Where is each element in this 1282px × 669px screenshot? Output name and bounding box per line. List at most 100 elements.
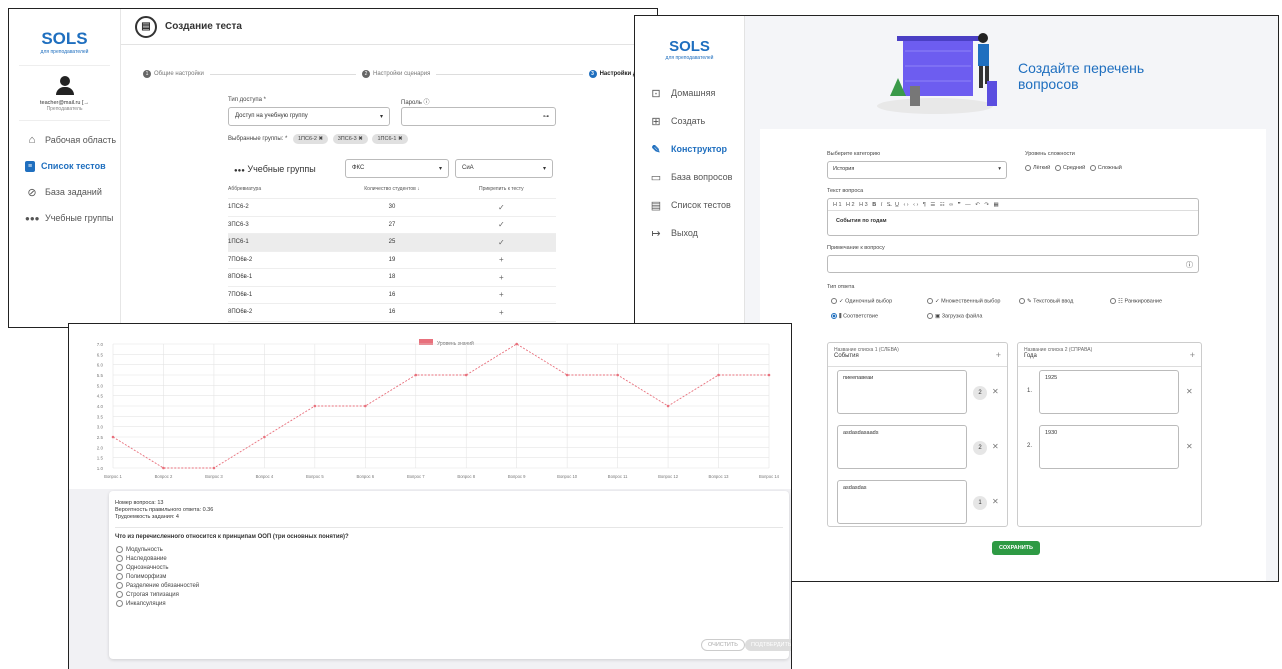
groups-table-body: 1ПС6-2 30 ✓ 3ПС6-3 27 ✓ 1ПС6-1 25 ✓ 7ПО6в-2 19 +8ПО… bbox=[228, 199, 556, 327]
nav-home[interactable]: ⊡ Домашняя bbox=[635, 79, 744, 107]
right-item-text[interactable]: 1930 bbox=[1039, 425, 1179, 469]
student-count: 16 bbox=[388, 291, 396, 298]
stepper: 1 Общие настройки 2 Настройки сценария 3 На… bbox=[143, 68, 657, 80]
difficulty-label: Уровень сложности bbox=[1025, 151, 1075, 157]
nav-logout[interactable]: ↦ Выход bbox=[635, 219, 744, 247]
step-1[interactable]: 1 Общие настройки bbox=[143, 70, 204, 78]
nav-study-groups[interactable]: ●●● Учебные группы bbox=[9, 205, 120, 231]
left-item-text[interactable]: asdasdas bbox=[837, 480, 967, 524]
nav-question-base[interactable]: ▭ База вопросов bbox=[635, 163, 744, 191]
attach-toggle[interactable]: ✓ bbox=[447, 203, 556, 212]
answer-text[interactable]: ✎ Текстовый ввод bbox=[1019, 298, 1073, 304]
data-point bbox=[212, 466, 216, 470]
remove-icon[interactable]: ✕ bbox=[992, 442, 999, 451]
faculty-filter[interactable]: ФКС ▾ bbox=[345, 159, 449, 178]
radio-icon bbox=[116, 564, 123, 571]
match-number-badge[interactable]: 2 bbox=[973, 441, 987, 455]
attach-toggle[interactable]: + bbox=[447, 290, 556, 299]
difficulty-easy[interactable]: Лёгкий bbox=[1025, 165, 1050, 171]
nav-task-base[interactable]: ⊘ База заданий bbox=[9, 179, 120, 205]
attach-toggle[interactable]: + bbox=[447, 255, 556, 264]
group-chip[interactable]: 1ПС6-1 ✖ bbox=[372, 134, 408, 144]
group-abbr: 3ПС6-3 bbox=[228, 221, 249, 228]
nav-test-list[interactable]: ≡ Список тестов bbox=[9, 153, 120, 179]
difficulty-medium[interactable]: Средний bbox=[1054, 165, 1085, 171]
remove-icon[interactable]: ✕ bbox=[992, 387, 999, 396]
answer-option[interactable]: Полиморфизм bbox=[116, 572, 789, 581]
key-icon[interactable]: ⊶ bbox=[543, 113, 549, 120]
answer-option[interactable]: Строгая типизация bbox=[116, 590, 789, 599]
access-type-select[interactable]: Доступ на учебную группу ▾ bbox=[228, 107, 390, 126]
confirm-button[interactable]: ПОДТВЕРДИТЬ bbox=[745, 639, 791, 651]
group-chip[interactable]: 1ПС6-2 ✖ bbox=[292, 134, 329, 144]
match-number-badge[interactable]: 2 bbox=[973, 386, 987, 400]
task-difficulty: Трудоемкость задания: 4 bbox=[115, 514, 179, 520]
password-input[interactable]: ⊶ bbox=[401, 107, 556, 126]
nav-create[interactable]: ⊞ Создать bbox=[635, 107, 744, 135]
clear-button[interactable]: ОЧИСТИТЬ bbox=[701, 639, 745, 651]
answer-multiple[interactable]: ✓ Множественный выбор bbox=[927, 298, 1000, 304]
y-tick-label: 2.0 bbox=[97, 445, 104, 450]
attach-toggle[interactable]: ✓ bbox=[447, 220, 556, 229]
x-tick-label: Вопрос 8 bbox=[457, 474, 475, 479]
match-number-badge[interactable]: 1 bbox=[973, 496, 987, 510]
remove-icon[interactable]: ✕ bbox=[1186, 387, 1193, 396]
data-point bbox=[313, 404, 317, 408]
nav-workspace[interactable]: ⌂ Рабочая область bbox=[9, 127, 120, 153]
editor-toolbar[interactable]: H1 H2 H3 B I S̶ U̲ ‹› ‹› ¶ ☰ ☷ ∞ ❞ — ↶ ↷… bbox=[828, 199, 1198, 211]
legend-label: Уровень знаний bbox=[437, 340, 474, 347]
step-2[interactable]: 2 Настройки сценария bbox=[361, 70, 430, 78]
logo: SOLS bbox=[41, 29, 88, 48]
answer-single[interactable]: ✓ Одиночный выбор bbox=[831, 298, 892, 304]
add-item-icon[interactable]: + bbox=[1190, 350, 1195, 360]
note-label: Примечание к вопросу bbox=[827, 245, 885, 251]
right-item-text[interactable]: 1925 bbox=[1039, 370, 1179, 414]
y-tick-label: 3.0 bbox=[97, 425, 104, 430]
option-label: Модульность bbox=[126, 546, 163, 553]
probability: Вероятность правильного ответа: 0.36 bbox=[115, 507, 214, 513]
document-icon: ▤ bbox=[650, 199, 662, 212]
note-input[interactable]: ⓘ bbox=[827, 255, 1199, 273]
difficulty-hard[interactable]: Сложный bbox=[1089, 165, 1122, 171]
folder-icon: ▭ bbox=[650, 171, 662, 184]
group-abbr: 8ПО6в-2 bbox=[228, 309, 253, 316]
save-button[interactable]: СОХРАНИТЬ bbox=[992, 541, 1040, 555]
attach-toggle[interactable]: + bbox=[447, 308, 556, 317]
item-index: 1. bbox=[1027, 388, 1033, 394]
knowledge-chart: Уровень знаний 7.0 6.5 6.0 5.5 5.0 4.5 4.0 3.5 3.… bbox=[69, 324, 791, 489]
logout-icon[interactable]: [→ bbox=[82, 100, 89, 106]
answer-ranking[interactable]: ☷ Ранжирование bbox=[1110, 298, 1162, 304]
left-item-text[interactable]: пиеепавеаи bbox=[837, 370, 967, 414]
group-chip[interactable]: 3ПС6-3 ✖ bbox=[332, 134, 368, 144]
answer-file[interactable]: ▣ Загрузка файла bbox=[927, 313, 982, 319]
remove-icon[interactable]: ✕ bbox=[1186, 442, 1193, 451]
chevron-down-icon: ▾ bbox=[379, 114, 383, 120]
difficulty-radios: Лёгкий Средний Сложный bbox=[1025, 165, 1122, 171]
nav-constructor[interactable]: ✎ Конструктор bbox=[635, 135, 744, 163]
chart-legend: Уровень знаний bbox=[419, 339, 474, 347]
specialty-filter[interactable]: СиА ▾ bbox=[455, 159, 553, 178]
answer-option[interactable]: Инкапсуляция bbox=[116, 599, 789, 608]
y-tick-label: 1.5 bbox=[97, 456, 104, 461]
answer-option[interactable]: Однозначность bbox=[116, 563, 789, 572]
table-row: 1ПС6-1 25 ✓ bbox=[228, 234, 556, 252]
category-select[interactable]: История ▾ bbox=[827, 161, 1007, 179]
attach-toggle[interactable]: ✓ bbox=[447, 238, 556, 247]
data-point bbox=[565, 373, 569, 377]
check-circle-icon: ⊘ bbox=[27, 186, 37, 199]
question-editor[interactable]: H1 H2 H3 B I S̶ U̲ ‹› ‹› ¶ ☰ ☷ ∞ ❞ — ↶ ↷… bbox=[827, 198, 1199, 236]
nav-test-list[interactable]: ▤ Список тестов bbox=[635, 191, 744, 219]
answer-matching[interactable]: ⫼ Соответствие bbox=[831, 313, 878, 320]
answer-option[interactable]: Наследование bbox=[116, 554, 789, 563]
left-item-text[interactable]: asdasdasaads bbox=[837, 425, 967, 469]
page-title: Создание теста bbox=[165, 21, 242, 32]
y-tick-label: 4.0 bbox=[97, 404, 104, 409]
attach-toggle[interactable]: + bbox=[447, 273, 556, 282]
answer-option[interactable]: Модульность bbox=[116, 545, 789, 554]
group-abbr: 1ПС6-1 bbox=[228, 239, 249, 246]
add-item-icon[interactable]: + bbox=[996, 350, 1001, 360]
home-box-icon: ⊡ bbox=[651, 87, 661, 100]
answer-option[interactable]: Разделение обязанностей bbox=[116, 581, 789, 590]
left-list-item: asdasdas 1 ✕ bbox=[828, 480, 1007, 532]
remove-icon[interactable]: ✕ bbox=[992, 497, 999, 506]
